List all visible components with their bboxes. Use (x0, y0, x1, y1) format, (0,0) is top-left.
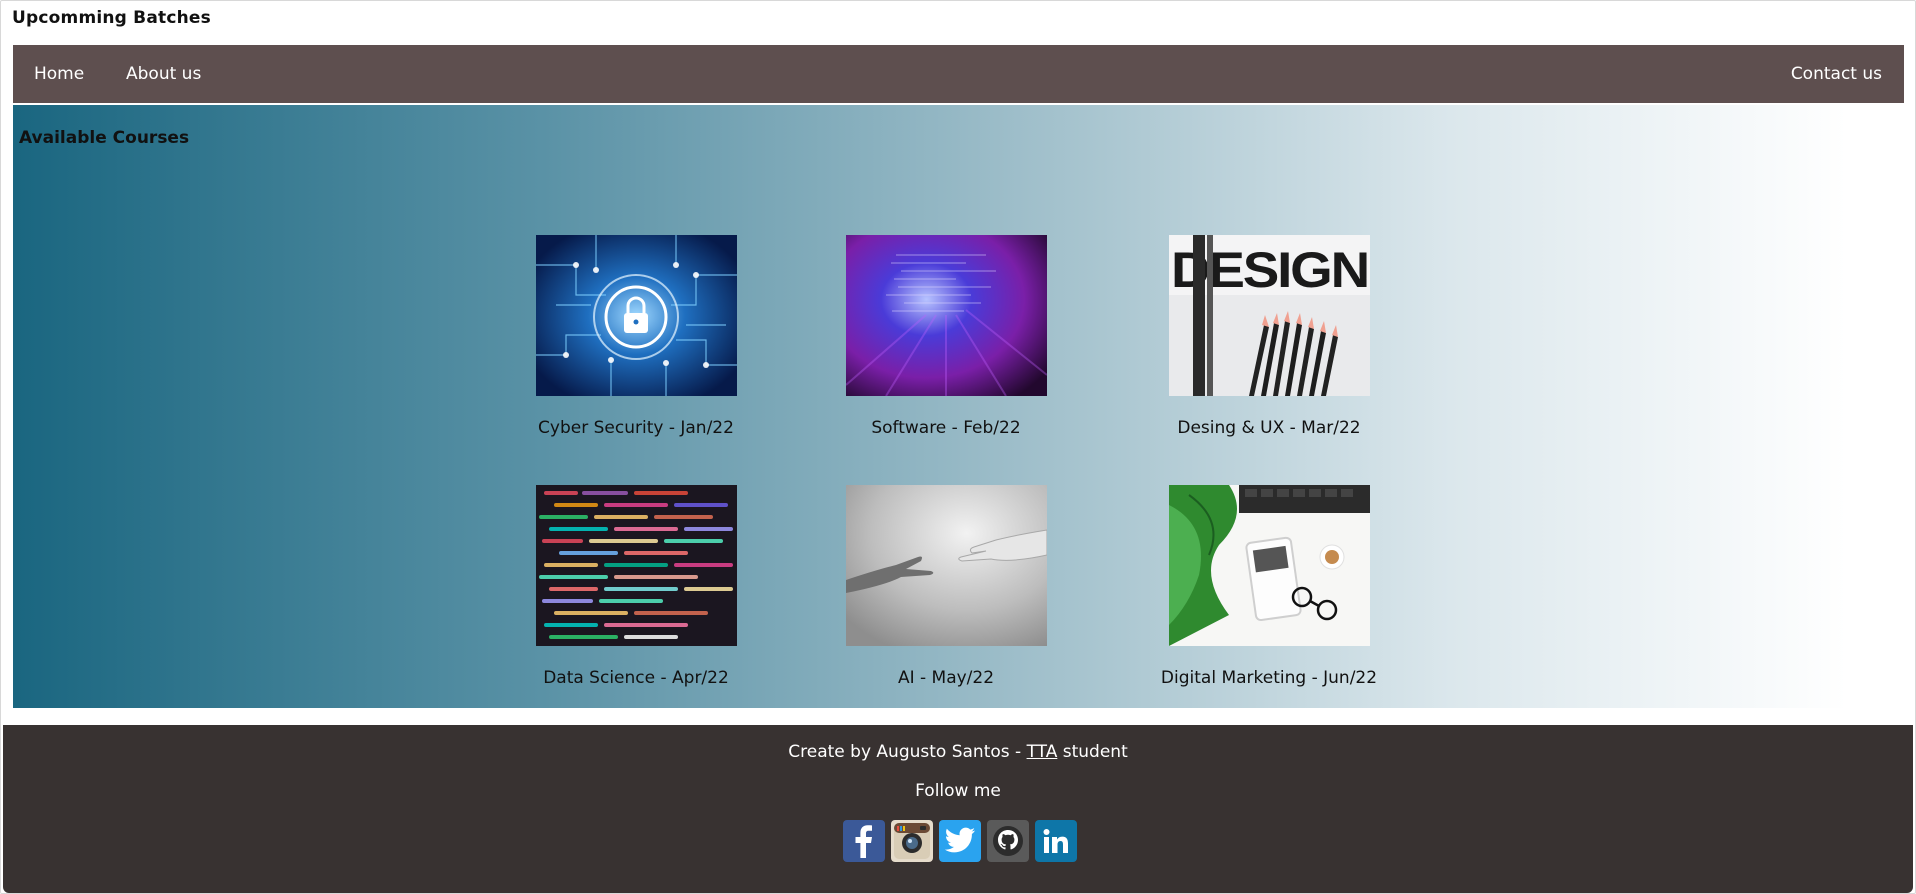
credit-prefix: Create by Augusto Santos - (788, 742, 1027, 762)
footer-credit: Create by Augusto Santos - TTA student (3, 742, 1913, 762)
twitter-icon[interactable] (939, 820, 981, 862)
course-card[interactable]: Software - Feb/22 (826, 235, 1066, 438)
navbar: Home About us Contact us (13, 45, 1904, 103)
course-label: Software - Feb/22 (871, 418, 1021, 438)
design-pencils-image: DESIGN (1168, 235, 1370, 396)
page: Upcomming Batches Home About us Contact … (0, 0, 1916, 894)
padlock-circuit-board-image (535, 235, 737, 396)
nav-contact-link[interactable]: Contact us (1791, 45, 1882, 103)
course-label: AI - May/22 (897, 668, 995, 688)
blurred-code-screen-image (845, 235, 1047, 396)
colorful-code-image (535, 485, 737, 646)
courses-title: Available Courses (19, 128, 190, 148)
footer: Create by Augusto Santos - TTA student F… (3, 725, 1913, 893)
course-card[interactable]: AI - May/22 (826, 485, 1066, 688)
nav-home-link[interactable]: Home (34, 45, 84, 103)
course-card[interactable]: Digital Marketing - Jun/22 (1149, 485, 1389, 688)
course-card[interactable]: Data Science - Apr/22 (516, 485, 756, 688)
human-robot-hands-image (845, 485, 1047, 646)
follow-me-text: Follow me (915, 781, 1001, 801)
course-label: Cyber Security - Jan/22 (538, 418, 734, 438)
nav-about-link[interactable]: About us (126, 45, 201, 103)
facebook-icon[interactable] (843, 820, 885, 862)
github-icon[interactable] (987, 820, 1029, 862)
course-card[interactable]: Cyber Security - Jan/22 (516, 235, 756, 438)
course-label: Data Science - Apr/22 (543, 668, 729, 688)
linkedin-icon[interactable] (1035, 820, 1077, 862)
course-card[interactable]: DESIGN Desing & UX - Mar/22 (1149, 235, 1389, 438)
tta-link[interactable]: TTA (1027, 742, 1058, 762)
tablet-desk-plant-image (1168, 485, 1370, 646)
course-label: Desing & UX - Mar/22 (1177, 418, 1361, 438)
courses-section: Available Courses Cyber Security - Jan/2… (13, 105, 1904, 708)
site-title: Upcomming Batches (12, 8, 211, 28)
social-links (843, 820, 1077, 862)
instagram-icon[interactable] (891, 820, 933, 862)
credit-suffix: student (1057, 742, 1128, 762)
course-label: Digital Marketing - Jun/22 (1160, 668, 1378, 688)
